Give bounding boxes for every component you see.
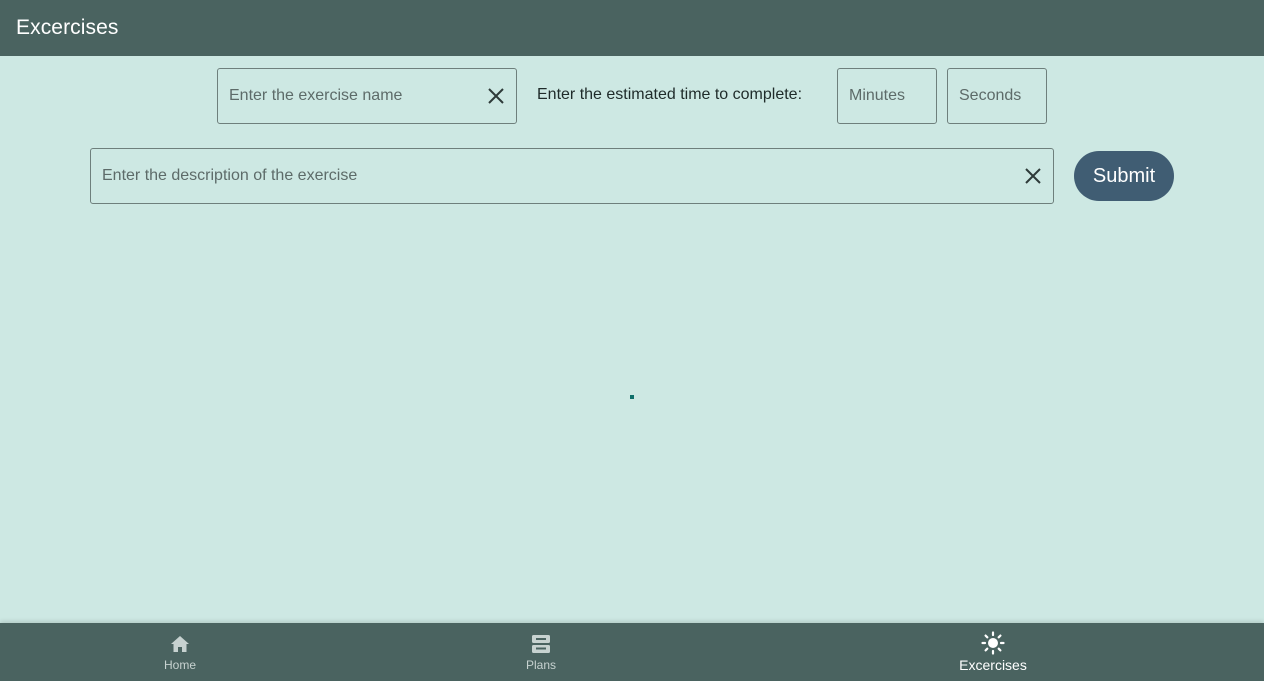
loading-indicator xyxy=(630,395,634,399)
exercise-description-placeholder: Enter the description of the exercise xyxy=(102,167,358,184)
minutes-placeholder: Minutes xyxy=(849,87,906,104)
inbox-icon xyxy=(531,633,551,655)
nav-item-excercises[interactable]: Excercises xyxy=(933,623,1053,681)
nav-item-excercises-label: Excercises xyxy=(959,656,1027,673)
app-bar: Excercises xyxy=(0,0,1264,56)
sun-icon xyxy=(981,630,1005,655)
nav-item-home[interactable]: Home xyxy=(120,623,240,681)
seconds-input[interactable]: Seconds xyxy=(947,68,1047,124)
nav-item-home-label: Home xyxy=(163,657,196,672)
clear-description-button[interactable] xyxy=(1013,156,1053,196)
exercise-name-placeholder: Enter the exercise name xyxy=(229,87,403,104)
clear-name-button[interactable] xyxy=(476,76,516,116)
nav-item-plans-label: Plans xyxy=(525,657,557,672)
submit-button[interactable]: Submit xyxy=(1074,151,1174,201)
exercise-description-input[interactable]: Enter the description of the exercise xyxy=(90,148,1054,204)
nav-item-plans[interactable]: Plans xyxy=(481,623,601,681)
close-icon xyxy=(488,88,504,104)
exercise-name-input[interactable]: Enter the exercise name xyxy=(217,68,517,124)
page-title: Excercises xyxy=(16,16,119,39)
home-icon xyxy=(170,633,190,655)
seconds-placeholder: Seconds xyxy=(959,87,1022,104)
close-icon xyxy=(1025,168,1041,184)
minutes-input[interactable]: Minutes xyxy=(837,68,937,124)
estimated-time-label: Enter the estimated time to complete: xyxy=(537,86,803,103)
bottom-navigation: Home Plans Excercises xyxy=(0,623,1264,681)
